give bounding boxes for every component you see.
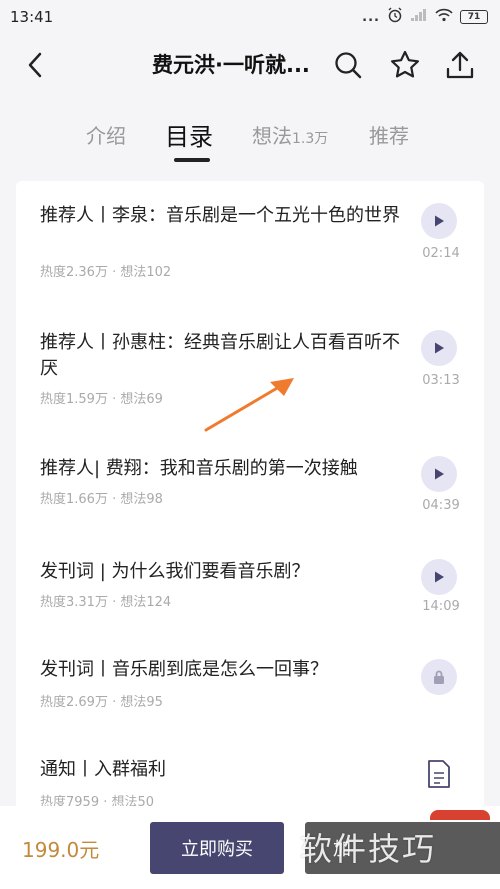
locked-button[interactable]: [421, 659, 457, 695]
document-icon: [428, 760, 450, 788]
alarm-icon: [387, 7, 403, 27]
play-icon: [435, 215, 444, 227]
page-title: 费元洪·一听就...: [152, 53, 310, 77]
tab-intro-label: 介绍: [86, 124, 126, 148]
item-meta: 热度1.59万 · 想法69: [40, 392, 163, 407]
item-meta: 热度2.69万 · 想法95: [40, 695, 163, 710]
share-icon: [446, 51, 474, 79]
status-bar: 13:41 ... 71: [0, 0, 500, 34]
share-button[interactable]: [443, 48, 477, 82]
item-duration: 03:13: [422, 373, 460, 388]
play-icon: [435, 571, 444, 583]
item-meta: 热度1.66万 · 想法98: [40, 492, 163, 507]
item-meta: 热度3.31万 · 想法124: [40, 595, 172, 610]
active-tab-indicator: [174, 158, 210, 162]
list-item[interactable]: 发刊词 | 为什么我们要看音乐剧？ 热度3.31万 · 想法124 14:09: [16, 537, 484, 637]
tab-recommend[interactable]: 推荐: [369, 120, 409, 149]
status-icons: ... 71: [362, 7, 488, 27]
buy-now-button[interactable]: 立即购买: [150, 822, 284, 874]
tab-recommend-label: 推荐: [369, 124, 409, 148]
back-button[interactable]: [20, 50, 50, 80]
tab-thoughts[interactable]: 想法1.3万: [252, 120, 328, 149]
tab-catalog[interactable]: 目录: [165, 117, 213, 152]
tab-thoughts-count: 1.3万: [292, 131, 329, 147]
item-duration: 02:14: [422, 246, 460, 261]
annotation-arrow: [204, 378, 294, 432]
chevron-left-icon: [28, 52, 42, 78]
item-title: 通知丨入群福利: [40, 759, 166, 780]
tab-bar: 介绍 目录 想法1.3万 推荐: [0, 110, 500, 166]
play-button[interactable]: [421, 203, 457, 239]
tab-thoughts-label: 想法: [252, 124, 292, 148]
tab-catalog-label: 目录: [165, 123, 213, 151]
header: 费元洪·一听就...: [0, 34, 500, 96]
battery-icon: 71: [460, 10, 488, 24]
red-badge: [430, 810, 490, 820]
play-button[interactable]: [421, 456, 457, 492]
search-icon: [335, 52, 362, 79]
status-time: 13:41: [10, 8, 54, 26]
search-button[interactable]: [331, 48, 365, 82]
item-title: 推荐人| 费翔：我和音乐剧的第一次接触: [40, 458, 358, 479]
play-button[interactable]: [421, 330, 457, 366]
favorite-button[interactable]: [388, 48, 422, 82]
price-label: 199.0元: [22, 838, 100, 862]
tab-intro[interactable]: 介绍: [86, 120, 126, 149]
watermark: 软件技巧: [300, 830, 437, 868]
list-item[interactable]: 推荐人| 费翔：我和音乐剧的第一次接触 热度1.66万 · 想法98 04:39: [16, 434, 484, 537]
network-dots: ...: [362, 9, 380, 25]
document-button[interactable]: [426, 759, 452, 789]
play-button[interactable]: [421, 559, 457, 595]
item-title: 推荐人丨李泉：音乐剧是一个五光十色的世界: [40, 205, 400, 226]
play-icon: [435, 342, 444, 354]
signal-icon: [410, 8, 428, 26]
list-item[interactable]: 发刊词丨音乐剧到底是怎么一回事？ 热度2.69万 · 想法95: [16, 637, 484, 737]
item-title: 发刊词丨音乐剧到底是怎么一回事？: [40, 659, 328, 680]
wifi-icon: [435, 8, 453, 26]
catalog-list: 推荐人丨李泉：音乐剧是一个五光十色的世界 热度2.36万 · 想法102 02:…: [16, 181, 484, 821]
item-title: 发刊词 | 为什么我们要看音乐剧？: [40, 561, 310, 582]
star-icon: [391, 50, 419, 78]
lock-icon: [434, 670, 444, 684]
item-duration: 04:39: [422, 498, 460, 513]
play-icon: [435, 468, 444, 480]
list-item[interactable]: 推荐人丨李泉：音乐剧是一个五光十色的世界 热度2.36万 · 想法102 02:…: [16, 181, 484, 306]
item-meta: 热度2.36万 · 想法102: [40, 265, 172, 280]
item-duration: 14:09: [422, 599, 460, 614]
